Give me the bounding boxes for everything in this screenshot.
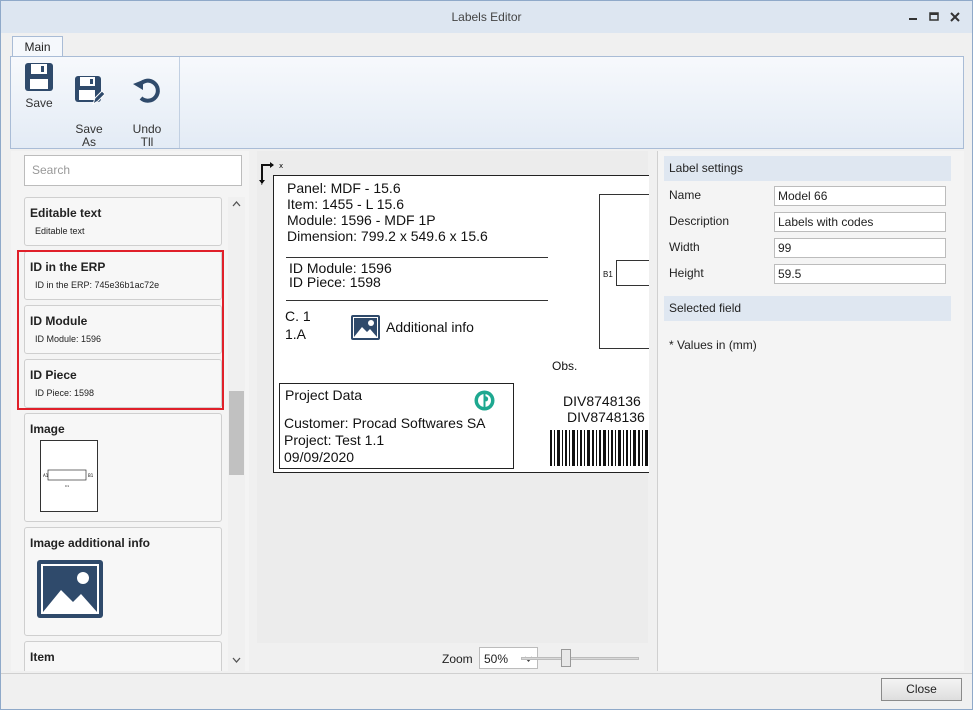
save-button[interactable]: Save [19, 61, 59, 110]
label-settings-header: Label settings [664, 156, 951, 181]
label-canvas[interactable]: x Y Panel: MDF - 15.6 Item: 1455 - L 15.… [257, 151, 649, 643]
card-subtitle: Editable text [35, 226, 85, 236]
undo-label: Undo Tll [132, 122, 162, 149]
window-title: Labels Editor [451, 10, 522, 24]
text-customer[interactable]: Customer: Procad Softwares SA [284, 416, 486, 431]
divider [286, 257, 548, 258]
undo-button[interactable]: Undo Tll [125, 61, 169, 149]
text-additional-info[interactable]: Additional info [386, 320, 474, 335]
units-note: * Values in (mm) [669, 338, 757, 352]
chevron-down-icon[interactable] [232, 657, 241, 663]
axis-y-label: Y [259, 180, 264, 185]
description-field[interactable]: Labels with codes [774, 212, 946, 232]
tab-main[interactable]: Main [12, 36, 63, 57]
ribbon-group-file: Save Save As Undo Tll [11, 57, 180, 149]
labels-editor-window: Labels Editor Main Save Save As Undo Tll… [0, 0, 973, 710]
save-as-label: Save As [75, 122, 103, 149]
save-label: Save [25, 96, 53, 110]
card-title: Editable text [30, 206, 102, 220]
chevron-up-icon[interactable] [232, 201, 241, 207]
name-field[interactable]: Model 66 [774, 186, 946, 206]
image-thumbnail-icon: A1 B1 C1 [40, 440, 98, 512]
text-obs[interactable]: Obs. [552, 359, 577, 374]
text-item[interactable]: Item: 1455 - L 15.6 [287, 197, 404, 212]
height-label: Height [669, 266, 704, 280]
label-preview[interactable]: Panel: MDF - 15.6 Item: 1455 - L 15.6 Mo… [273, 175, 649, 473]
width-label: Width [669, 240, 700, 254]
field-list-panel: Search Editable text Editable text ID in… [11, 151, 249, 671]
thumb-label-c1: C1 [65, 484, 69, 488]
text-date[interactable]: 09/09/2020 [284, 450, 354, 465]
text-c1[interactable]: C. 1 [285, 309, 311, 324]
save-icon [25, 63, 53, 91]
zoom-slider-thumb[interactable] [561, 649, 571, 667]
minimize-icon[interactable] [906, 10, 920, 24]
close-window-icon[interactable] [948, 10, 962, 24]
selected-field-header: Selected field [664, 296, 951, 321]
text-project[interactable]: Project: Test 1.1 [284, 433, 384, 448]
drawing-piece [616, 260, 649, 286]
width-field[interactable]: 99 [774, 238, 946, 258]
list-item-image-additional-info[interactable]: Image additional info [24, 527, 222, 636]
text-dimension[interactable]: Dimension: 799.2 x 549.6 x 15.6 [287, 229, 488, 244]
selection-highlight [17, 250, 224, 410]
properties-panel: Label settings Name Model 66 Description… [657, 151, 964, 671]
text-id-piece[interactable]: ID Piece: 1598 [289, 275, 381, 290]
scrollbar-thumb[interactable] [229, 391, 244, 475]
additional-info-image-icon[interactable] [351, 315, 380, 340]
list-item-item[interactable]: Item [24, 641, 222, 671]
thumb-label-b1: B1 [88, 473, 94, 478]
save-as-icon [75, 76, 105, 106]
zoom-label: Zoom [442, 652, 473, 666]
zoom-slider-track[interactable] [521, 657, 639, 660]
text-1a[interactable]: 1.A [285, 327, 306, 342]
axis-x-label: x [279, 162, 283, 170]
undo-icon [133, 78, 160, 103]
card-title: Image additional info [30, 536, 151, 550]
divider [286, 300, 548, 301]
maximize-icon[interactable] [927, 10, 941, 24]
close-button[interactable]: Close [881, 678, 962, 701]
text-panel[interactable]: Panel: MDF - 15.6 [287, 181, 401, 196]
drawing-label-b1: B1 [603, 270, 613, 279]
footer: Close [1, 673, 972, 709]
title-bar: Labels Editor [1, 1, 972, 33]
list-item-editable-text[interactable]: Editable text Editable text [24, 197, 222, 246]
text-module[interactable]: Module: 1596 - MDF 1P [287, 213, 436, 228]
list-item-image[interactable]: Image A1 B1 C1 [24, 413, 222, 522]
card-title: Image [30, 422, 65, 436]
text-barcode-1[interactable]: DIV8748136 [563, 394, 641, 409]
name-label: Name [669, 188, 702, 202]
search-input[interactable]: Search [24, 155, 242, 186]
card-title: Item [30, 650, 55, 664]
field-list-scrollbar[interactable] [228, 197, 245, 671]
description-label: Description [669, 214, 730, 228]
company-logo-icon [474, 390, 495, 411]
zoom-value: 50% [484, 652, 509, 666]
ribbon: Save Save As Undo Tll [10, 56, 964, 149]
image-placeholder-icon [37, 560, 103, 618]
height-field[interactable]: 59.5 [774, 264, 946, 284]
text-barcode-2[interactable]: DIV8748136 [567, 410, 645, 425]
barcode-icon[interactable] [550, 430, 649, 466]
text-project-data[interactable]: Project Data [285, 388, 362, 403]
save-as-button[interactable]: Save As [67, 61, 111, 149]
thumb-label-a1: A1 [43, 473, 49, 478]
